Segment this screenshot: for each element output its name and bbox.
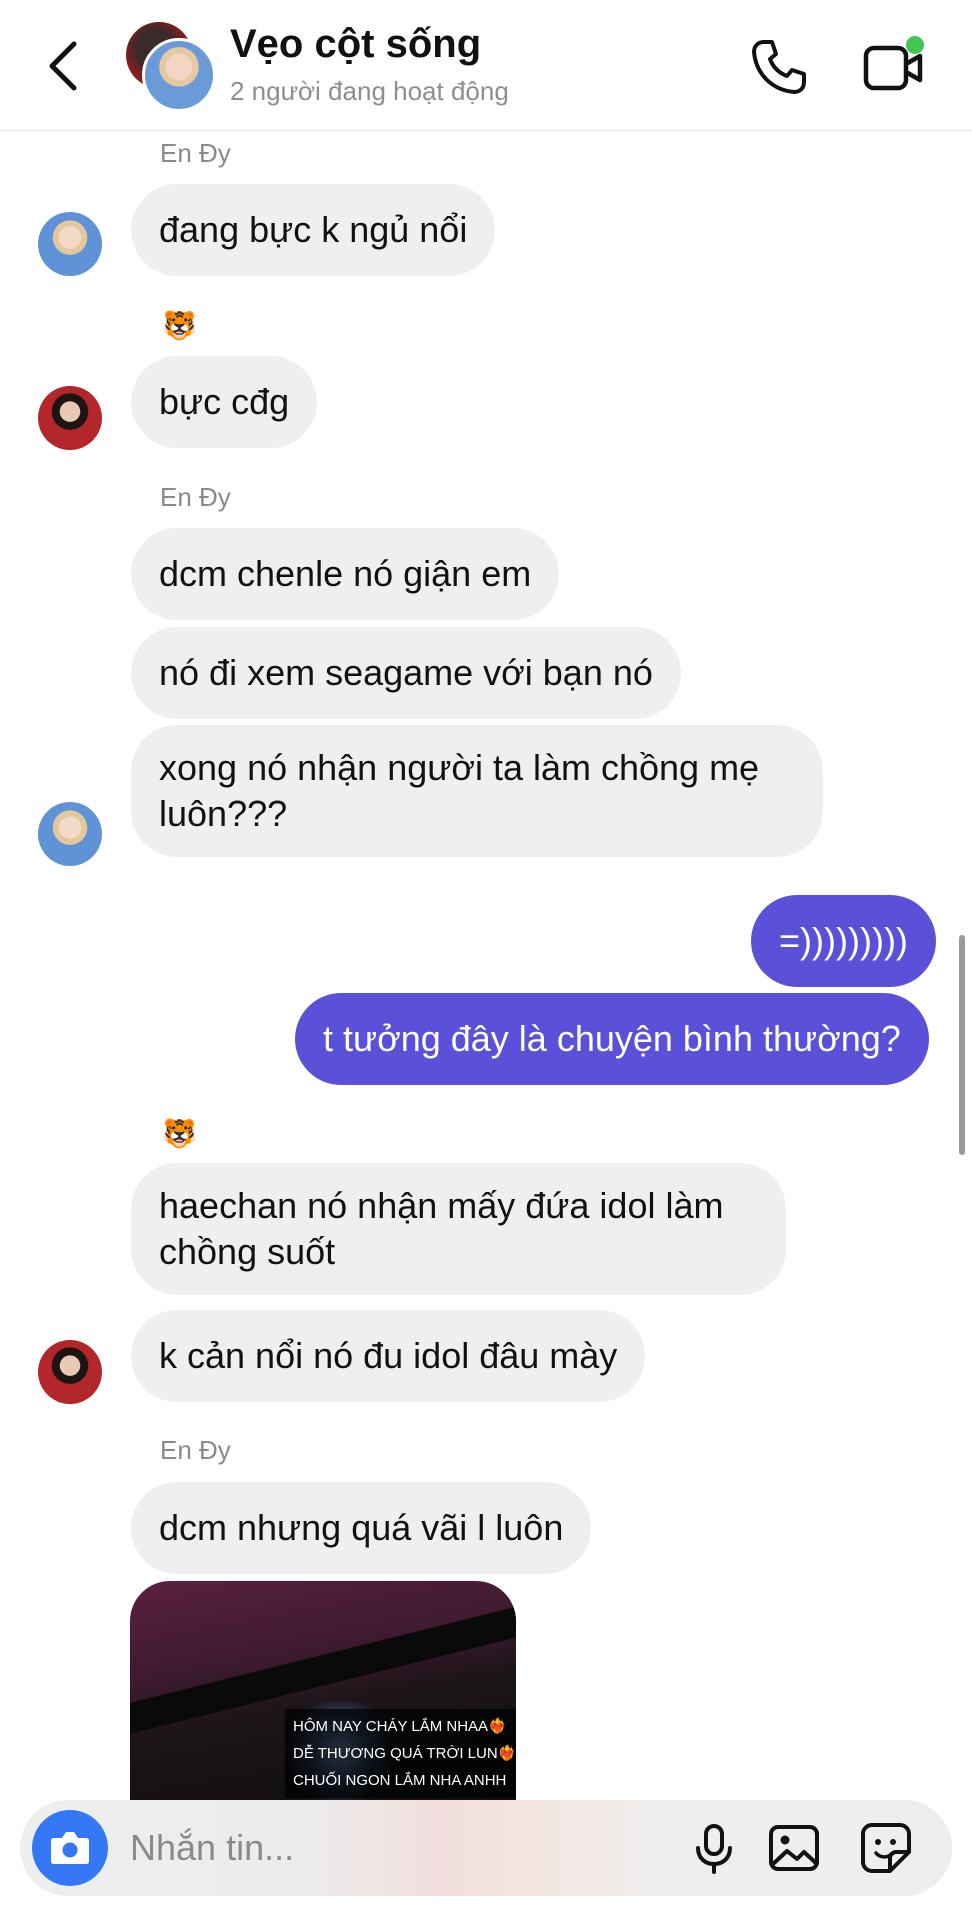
- tiger-emoji-icon: 🐯: [162, 1118, 197, 1149]
- camera-icon: [51, 1832, 89, 1864]
- message-bubble[interactable]: haechan nó nhận mấy đứa idol làm chồng s…: [131, 1163, 786, 1295]
- chat-title[interactable]: Vẹo cột sống: [230, 22, 481, 67]
- sticker-button[interactable]: [858, 1820, 914, 1876]
- message-composer: Nhắn tin...: [20, 1800, 952, 1896]
- message-bubble[interactable]: nó đi xem seagame với bạn nó: [131, 627, 681, 719]
- photo-caption-line: DỄ THƯƠNG QUÁ TRỜI LUN❤️‍🔥: [293, 1745, 516, 1762]
- group-avatar[interactable]: [126, 22, 216, 112]
- message-bubble[interactable]: =))))))))): [751, 895, 936, 987]
- chat-header: Vẹo cột sống 2 người đang hoạt động: [0, 0, 972, 131]
- voice-call-button[interactable]: [748, 36, 810, 98]
- sender-avatar[interactable]: [38, 1340, 102, 1404]
- voice-message-button[interactable]: [686, 1820, 742, 1876]
- back-button[interactable]: [40, 36, 90, 96]
- message-bubble[interactable]: xong nó nhận người ta làm chồng mẹ luôn?…: [131, 725, 823, 857]
- video-call-button[interactable]: [862, 36, 926, 98]
- message-input[interactable]: Nhắn tin...: [130, 1826, 650, 1870]
- photo-caption-line: HÔM NAY CHÁY LẮM NHAA❤️‍🔥: [293, 1718, 507, 1735]
- active-status: 2 người đang hoạt động: [230, 76, 509, 106]
- message-bubble[interactable]: dcm chenle nó giận em: [131, 528, 560, 620]
- sticker-icon: [861, 1823, 911, 1873]
- message-bubble[interactable]: dcm nhưng quá vãi l luôn: [131, 1482, 592, 1574]
- phone-icon: [752, 40, 806, 94]
- back-icon: [49, 41, 77, 91]
- sender-label: En Đy: [160, 138, 231, 168]
- photo-caption: HÔM NAY CHÁY LẮM NHAA❤️‍🔥 DỄ THƯƠNG QUÁ …: [285, 1709, 516, 1798]
- avatar: [142, 38, 216, 112]
- shared-photo[interactable]: HÔM NAY CHÁY LẮM NHAA❤️‍🔥 DỄ THƯƠNG QUÁ …: [130, 1581, 516, 1801]
- message-bubble[interactable]: bực cđg: [131, 356, 318, 448]
- scrollbar[interactable]: [959, 935, 965, 1155]
- sender-avatar[interactable]: [38, 386, 102, 450]
- tiger-emoji-icon: 🐯: [162, 310, 197, 341]
- gallery-button[interactable]: [766, 1820, 822, 1876]
- camera-button[interactable]: [32, 1810, 108, 1886]
- microphone-icon: [696, 1824, 732, 1874]
- sender-label: En Đy: [160, 1435, 231, 1465]
- photo-caption-line: CHUỐI NGON LẮM NHA ANHH: [293, 1772, 507, 1789]
- sender-label: En Đy: [160, 482, 231, 512]
- gallery-icon: [769, 1825, 819, 1871]
- message-bubble[interactable]: đang bực k ngủ nổi: [131, 184, 496, 276]
- sender-avatar[interactable]: [38, 212, 102, 276]
- message-bubble[interactable]: t tưởng đây là chuyện bình thường?: [295, 993, 929, 1085]
- message-bubble[interactable]: k cản nổi nó đu idol đâu mày: [131, 1310, 646, 1402]
- sender-avatar[interactable]: [38, 802, 102, 866]
- online-indicator: [906, 36, 924, 54]
